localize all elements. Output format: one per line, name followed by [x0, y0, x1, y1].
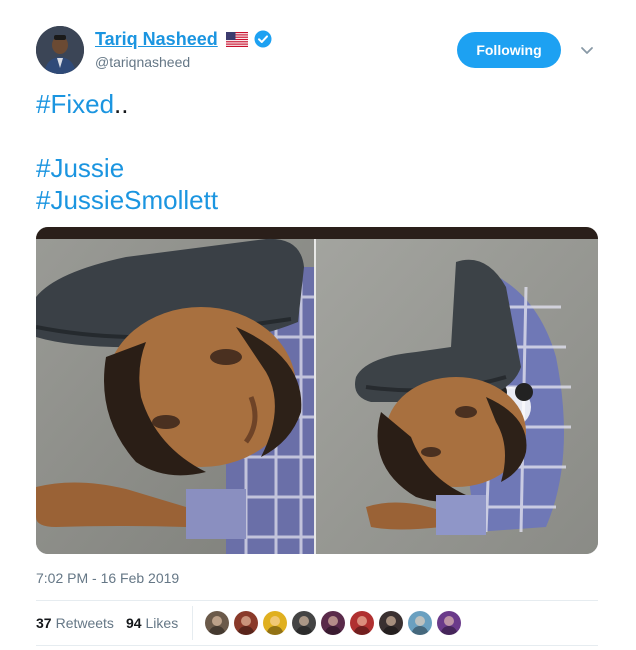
retweets-count: 37 [36, 615, 52, 631]
liker-avatar[interactable] [234, 611, 259, 635]
us-flag-icon [225, 31, 248, 47]
tweet-line-3: #JussieSmollett [36, 184, 218, 216]
hashtag-jussie-smollett[interactable]: #JussieSmollett [36, 185, 218, 215]
liker-avatar[interactable] [292, 611, 317, 635]
likes-count: 94 [125, 615, 142, 631]
author-handle[interactable]: @tariqnasheed [95, 54, 190, 70]
liker-avatar[interactable] [321, 611, 346, 635]
liker-avatar[interactable] [437, 611, 462, 635]
likes-label: Likes [145, 615, 179, 631]
hashtag-fixed[interactable]: #Fixed [36, 89, 114, 119]
liker-avatar[interactable] [379, 611, 404, 635]
bottom-divider [36, 645, 598, 646]
author-display-name[interactable]: Tariq Nasheed [95, 29, 218, 50]
liker-avatar[interactable] [205, 611, 230, 635]
profile-photo [36, 26, 84, 74]
verified-badge-icon [254, 30, 272, 48]
retweets-stat[interactable]: 37 Retweets [36, 615, 114, 631]
liker-avatars [205, 611, 466, 635]
liker-avatar[interactable] [263, 611, 288, 635]
tweet-line-1: #Fixed.. [36, 88, 218, 120]
retweets-label: Retweets [55, 615, 114, 631]
likes-stat[interactable]: 94 Likes [126, 615, 178, 631]
author-avatar[interactable] [36, 26, 84, 74]
tweet-stats: 37 Retweets 94 Likes [36, 601, 598, 645]
following-button[interactable]: Following [457, 32, 561, 68]
liker-avatar[interactable] [350, 611, 375, 635]
liker-avatar[interactable] [408, 611, 433, 635]
tweet-media[interactable] [36, 227, 598, 554]
hashtag-jussie[interactable]: #Jussie [36, 153, 124, 183]
tweet-text: #Fixed.. #Jussie #JussieSmollett [36, 88, 218, 216]
stats-separator [192, 606, 194, 640]
tweet-text-suffix: .. [114, 89, 129, 119]
author-name-row: Tariq Nasheed [95, 28, 272, 50]
chevron-down-icon[interactable] [579, 42, 595, 58]
tweet-line-2: #Jussie [36, 152, 218, 184]
tweet-timestamp[interactable]: 7:02 PM - 16 Feb 2019 [36, 570, 179, 586]
photo-collage [36, 227, 598, 554]
